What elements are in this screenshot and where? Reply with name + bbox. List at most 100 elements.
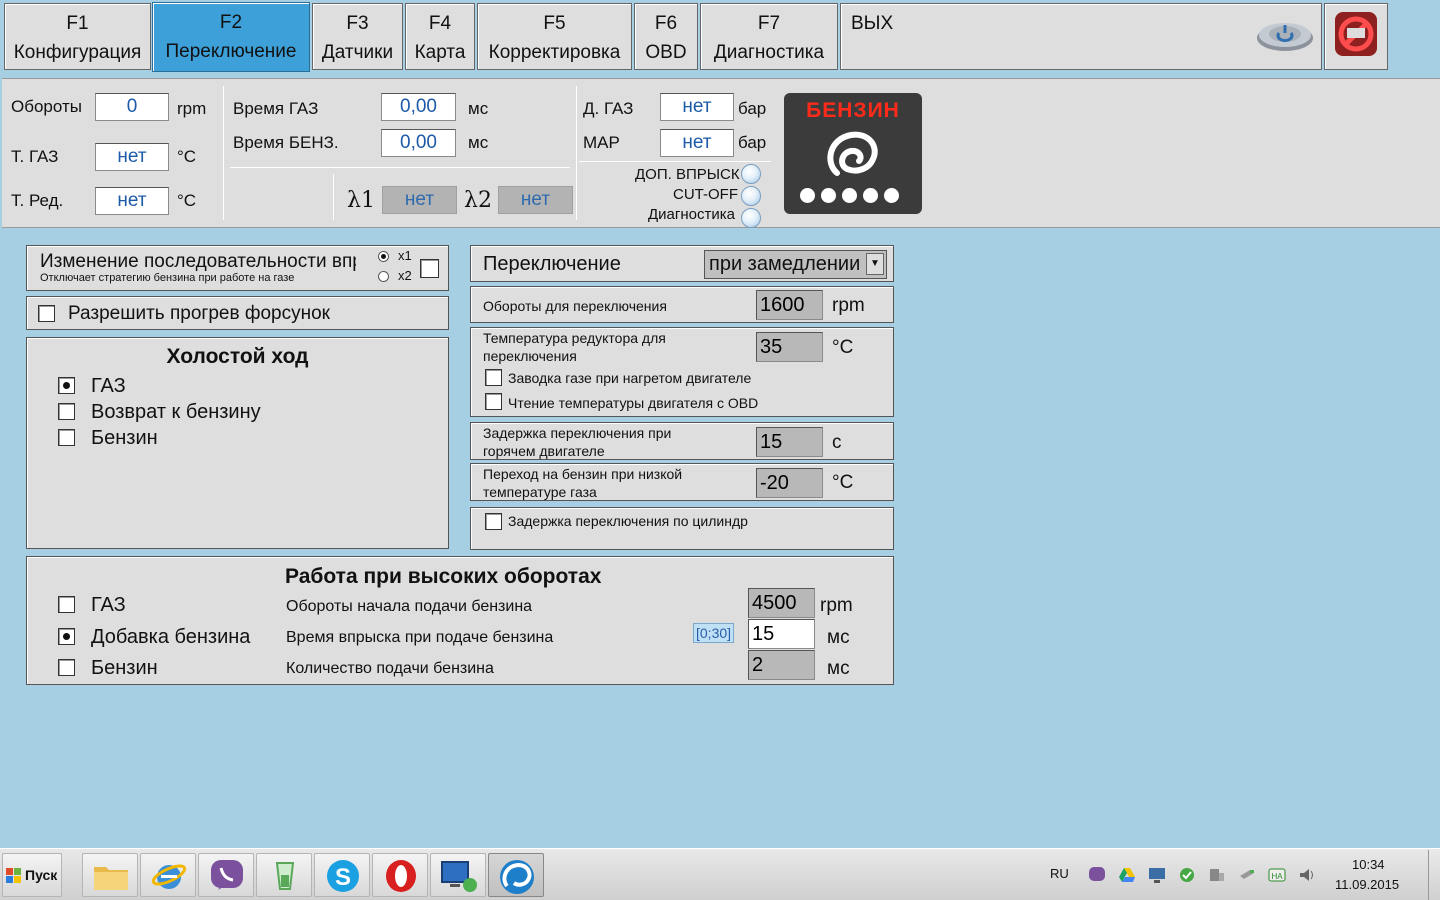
injector-warmup-label: Разрешить прогрев форсунок bbox=[68, 303, 330, 324]
hot-delay-group: Задержка переключения при горячем двигат… bbox=[470, 422, 894, 460]
svg-text:S: S bbox=[335, 864, 351, 891]
idle-radio-petrol[interactable] bbox=[58, 429, 75, 446]
petrol-amount-input[interactable]: 2 bbox=[748, 650, 815, 680]
status-divider bbox=[579, 161, 771, 162]
cylinder-delay-checkbox[interactable] bbox=[485, 513, 502, 530]
cutoff-indicator bbox=[741, 186, 761, 206]
usb-tray-icon[interactable] bbox=[1238, 866, 1256, 884]
high-rpm-radio-petrol[interactable] bbox=[58, 659, 75, 676]
idle-option-gas: ГАЗ bbox=[91, 375, 126, 397]
gas-time-label: Время ГАЗ bbox=[233, 99, 319, 118]
map-value: нет bbox=[660, 129, 734, 157]
tab-f7-diagnostics[interactable]: F7 Диагностика bbox=[700, 3, 838, 70]
no-connection-button[interactable] bbox=[1324, 3, 1388, 70]
no-connection-icon bbox=[1335, 12, 1377, 56]
connection-icon[interactable] bbox=[1255, 16, 1315, 54]
tab-f5-correction[interactable]: F5 Корректировка bbox=[477, 3, 632, 70]
taskbar-opera-button[interactable] bbox=[372, 853, 428, 897]
hot-delay-input[interactable]: 15 bbox=[756, 427, 823, 457]
injector-warmup-checkbox[interactable] bbox=[38, 305, 55, 322]
cylinder-delay-label: Задержка переключения по цилиндр bbox=[508, 513, 748, 529]
high-rpm-radio-gas[interactable] bbox=[58, 596, 75, 613]
start-button[interactable]: Пуск bbox=[2, 853, 62, 897]
taskbar-explorer-button[interactable] bbox=[82, 853, 138, 897]
gas-pressure-label: Д. ГАЗ bbox=[583, 99, 634, 118]
google-drive-tray-icon[interactable] bbox=[1118, 866, 1136, 884]
hot-delay-label: Задержка переключения при bbox=[483, 425, 672, 441]
svg-text:HA: HA bbox=[1271, 872, 1283, 881]
taskbar-gas-config-button[interactable] bbox=[488, 853, 544, 897]
idle-radio-gas[interactable] bbox=[58, 377, 75, 394]
network-monitor-tray-icon[interactable] bbox=[1148, 866, 1166, 884]
language-indicator[interactable]: RU bbox=[1050, 866, 1069, 881]
taskbar-remote-desktop-button[interactable] bbox=[430, 853, 486, 897]
idle-option-return-to-petrol: Возврат к бензину bbox=[91, 401, 261, 423]
idle-title: Холостой ход bbox=[166, 345, 309, 368]
idle-radio-return-to-petrol[interactable] bbox=[58, 403, 75, 420]
taskbar-app-button[interactable] bbox=[256, 853, 312, 897]
petrol-injection-time-input[interactable]: 15 bbox=[748, 619, 815, 649]
taskbar-ie-button[interactable] bbox=[140, 853, 196, 897]
high-rpm-option-gas: ГАЗ bbox=[91, 594, 126, 616]
show-desktop-button[interactable] bbox=[1428, 850, 1440, 900]
taskbar-skype-button[interactable]: S bbox=[314, 853, 370, 897]
high-rpm-radio-petrol-additive[interactable] bbox=[58, 628, 75, 645]
tab-f1-configuration[interactable]: F1 Конфигурация bbox=[4, 3, 151, 70]
diagnostics-indicator-label: Диагностика bbox=[648, 206, 735, 223]
chevron-down-icon[interactable]: ▼ bbox=[866, 253, 884, 275]
switching-mode-select[interactable]: при замедлении ▼ bbox=[704, 250, 887, 279]
tab-f2-switching[interactable]: F2 Переключение bbox=[152, 2, 310, 72]
benz-time-value: 0,00 bbox=[381, 129, 456, 157]
map-unit: бар bbox=[738, 133, 767, 152]
switch-rpm-input[interactable]: 1600 bbox=[756, 290, 823, 320]
gas-temp-value: нет bbox=[95, 143, 169, 171]
x1-radio[interactable] bbox=[378, 251, 389, 262]
windows-logo-icon bbox=[6, 868, 21, 883]
volume-icon[interactable] bbox=[1298, 866, 1316, 884]
clock-time[interactable]: 10:34 bbox=[1352, 857, 1385, 872]
switch-rpm-unit: rpm bbox=[832, 295, 865, 316]
viber-icon bbox=[211, 860, 243, 890]
reducer-temp-input[interactable]: 35 bbox=[756, 332, 823, 362]
rpm-value: 0 bbox=[95, 93, 169, 121]
x2-label: x2 bbox=[398, 268, 412, 283]
internet-explorer-icon bbox=[151, 864, 187, 889]
map-label: MAP bbox=[583, 133, 620, 152]
benz-time-label: Время БЕНЗ. bbox=[233, 133, 339, 152]
petrol-injection-time-unit: мс bbox=[827, 627, 850, 648]
sequence-change-title: Изменение последовательности впр bbox=[40, 251, 356, 272]
clock-date[interactable]: 11.09.2015 bbox=[1335, 877, 1399, 892]
switching-mode-value: при замедлении bbox=[709, 253, 861, 275]
exit-tab[interactable]: ВЫХ bbox=[840, 3, 1322, 70]
switching-mode-label: Переключение bbox=[483, 253, 621, 275]
keyboard-tray-icon[interactable]: HA bbox=[1268, 866, 1286, 884]
tab-f6-obd[interactable]: F6 OBD bbox=[634, 3, 698, 70]
gas-temp-label: Т. ГАЗ bbox=[11, 147, 59, 166]
sync-tray-icon[interactable] bbox=[1178, 866, 1196, 884]
rpm-unit: rpm bbox=[177, 99, 207, 118]
sequence-change-subtitle: Отключает стратегию бензина при работе н… bbox=[40, 272, 295, 284]
tab-f4-map[interactable]: F4 Карта bbox=[405, 3, 475, 70]
taskbar-viber-button[interactable] bbox=[198, 853, 254, 897]
sequence-change-checkbox[interactable] bbox=[420, 259, 439, 278]
low-gas-temp-group: Переход на бензин при низкой температуре… bbox=[470, 463, 894, 501]
status-divider bbox=[230, 167, 570, 168]
benz-time-unit: мс bbox=[468, 133, 489, 152]
gas-time-unit: мс bbox=[468, 99, 489, 118]
viber-tray-icon[interactable] bbox=[1088, 866, 1106, 884]
hot-start-checkbox[interactable] bbox=[485, 369, 502, 386]
reducer-temp-label: Т. Ред. bbox=[11, 191, 64, 210]
high-rpm-group: Работа при высоких оборотах ГАЗ Добавка … bbox=[26, 556, 894, 685]
folder-icon bbox=[94, 867, 128, 890]
obd-temp-checkbox[interactable] bbox=[485, 393, 502, 410]
obd-temp-label: Чтение температуры двигателя с OBD bbox=[508, 395, 759, 411]
x2-radio[interactable] bbox=[378, 271, 389, 282]
switching-mode-group: Переключение при замедлении ▼ bbox=[470, 245, 894, 282]
rpm-label: Обороты bbox=[11, 97, 82, 116]
low-gas-temp-input[interactable]: -20 bbox=[756, 468, 823, 498]
opera-icon bbox=[386, 860, 416, 892]
petrol-start-rpm-input[interactable]: 4500 bbox=[748, 588, 815, 618]
tab-f3-sensors[interactable]: F3 Датчики bbox=[312, 3, 403, 70]
devices-tray-icon[interactable] bbox=[1208, 866, 1226, 884]
cylinder-delay-group: Задержка переключения по цилиндр bbox=[470, 507, 894, 550]
